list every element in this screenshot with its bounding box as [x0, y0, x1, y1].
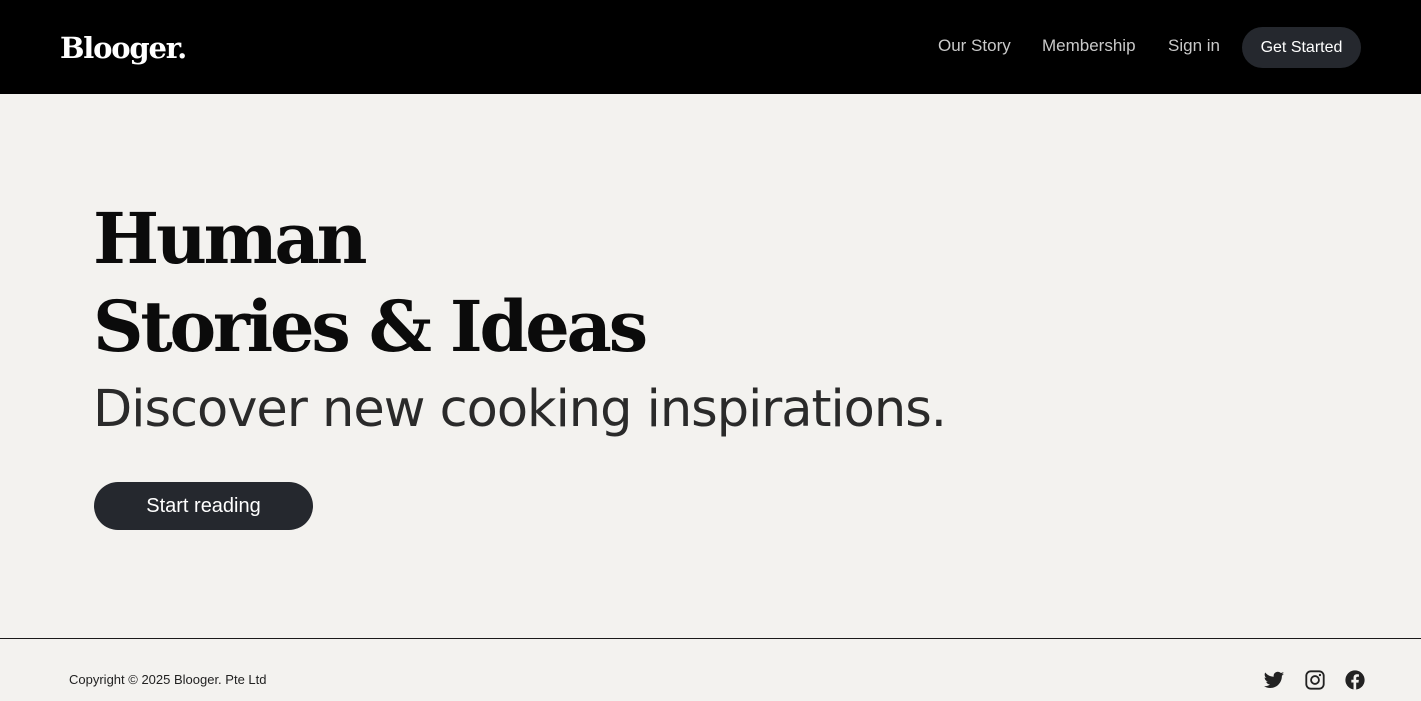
nav-membership[interactable]: Membership: [1042, 34, 1136, 58]
copyright-text: Copyright © 2025 Blooger. Pte Ltd: [69, 672, 267, 687]
hero-title-line-1: Human: [93, 197, 368, 280]
instagram-icon[interactable]: [1304, 669, 1326, 691]
twitter-icon[interactable]: [1263, 669, 1285, 691]
logo[interactable]: Blooger.: [60, 29, 187, 67]
nav-sign-in[interactable]: Sign in: [1168, 34, 1220, 58]
start-reading-button[interactable]: Start reading: [94, 482, 313, 530]
hero-title: Human Stories & Ideas: [93, 195, 648, 371]
footer: Copyright © 2025 Blooger. Pte Ltd: [0, 638, 1421, 701]
hero-subtitle: Discover new cooking inspirations.: [93, 380, 947, 439]
top-navbar: Blooger. Our Story Membership Sign in Ge…: [0, 0, 1421, 94]
hero-title-line-2: Stories & Ideas: [93, 285, 648, 368]
get-started-button[interactable]: Get Started: [1242, 27, 1361, 68]
nav-our-story[interactable]: Our Story: [938, 34, 1011, 58]
facebook-icon[interactable]: [1344, 669, 1366, 691]
